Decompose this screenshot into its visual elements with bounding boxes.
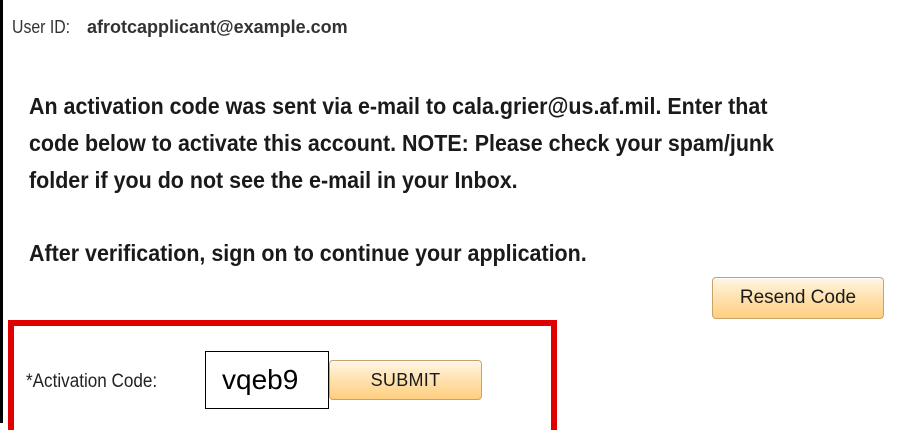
message-line: An activation code was sent via e-mail t… [29,93,768,119]
submit-button[interactable]: SUBMIT [329,360,482,400]
message-line: code below to activate this account. NOT… [29,130,774,156]
activation-code-label: *Activation Code: [26,371,158,392]
resend-code-button[interactable]: Resend Code [712,277,884,319]
message-line: folder if you do not see the e-mail in y… [29,167,518,193]
after-verification-text: After verification, sign on to continue … [29,240,587,266]
user-id-value: afrotcapplicant@example.com [87,17,348,37]
page-frame: User ID: afrotcapplicant@example.com An … [0,0,897,430]
user-id-row: User ID: afrotcapplicant@example.com [12,17,348,38]
activation-message: An activation code was sent via e-mail t… [29,88,862,199]
user-id-label: User ID: [12,17,71,37]
activation-code-input[interactable] [205,351,329,409]
